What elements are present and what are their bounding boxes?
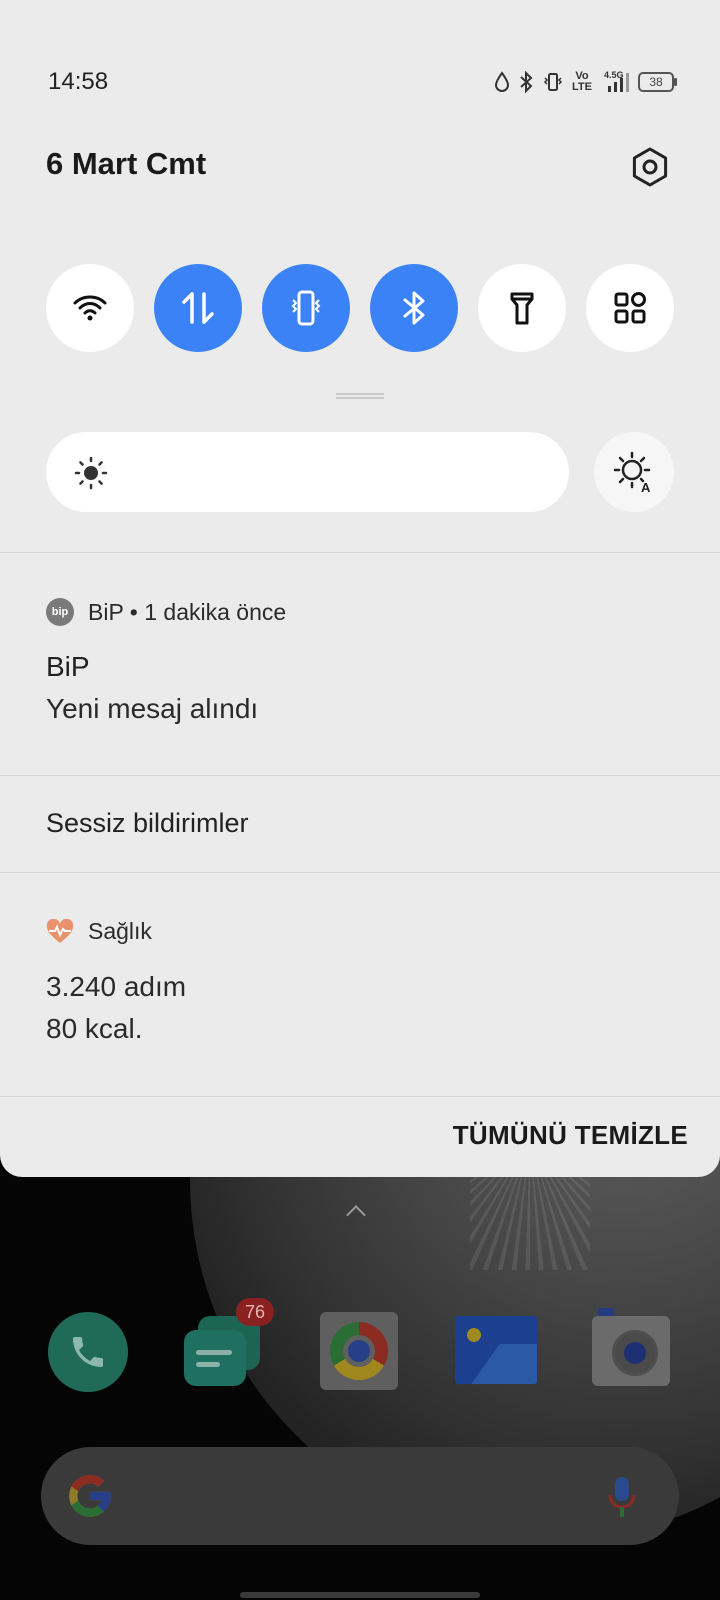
camera-app-icon[interactable] bbox=[592, 1308, 670, 1386]
auto-brightness-button[interactable]: A bbox=[594, 432, 674, 512]
bip-notification-header[interactable]: bip BiP • 1 dakika önce bbox=[46, 598, 286, 626]
battery-icon: 38 bbox=[638, 72, 677, 92]
status-icons: Vo LTE 4.5G 38 bbox=[494, 70, 677, 94]
tile-flashlight[interactable] bbox=[478, 264, 566, 352]
notification-app-name: BiP bbox=[88, 598, 124, 625]
grid-icon bbox=[614, 292, 646, 324]
silent-notifications-label: Sessiz bildirimler bbox=[46, 808, 249, 838]
bip-app-icon: bip bbox=[46, 598, 74, 626]
steps-text[interactable]: 3.240 adım bbox=[46, 971, 186, 1003]
clear-all-button[interactable]: TÜMÜNÜ TEMİZLE bbox=[453, 1120, 688, 1151]
bluetooth-icon bbox=[520, 71, 533, 93]
divider bbox=[0, 1096, 720, 1097]
mobile-data-icon bbox=[182, 292, 214, 324]
tile-wifi[interactable] bbox=[46, 264, 134, 352]
separator-dot: • bbox=[129, 598, 145, 625]
notification-text[interactable]: Yeni mesaj alındı bbox=[46, 693, 258, 725]
notification-app-name: Sağlık bbox=[88, 918, 152, 944]
vibrate-icon bbox=[543, 73, 563, 91]
brightness-icon bbox=[74, 456, 108, 490]
divider bbox=[0, 872, 720, 873]
brightness-slider[interactable] bbox=[46, 432, 569, 512]
messages-app-icon[interactable]: 76 bbox=[180, 1298, 274, 1392]
tile-bluetooth[interactable] bbox=[370, 264, 458, 352]
volte-icon: Vo LTE bbox=[572, 70, 592, 93]
calories-text[interactable]: 80 kcal. bbox=[46, 1013, 143, 1045]
divider bbox=[0, 552, 720, 553]
notification-title[interactable]: BiP bbox=[46, 651, 90, 683]
gallery-app-icon[interactable] bbox=[455, 1316, 537, 1384]
heart-pulse-icon bbox=[46, 918, 74, 943]
tile-more[interactable] bbox=[586, 264, 674, 352]
gesture-nav-bar[interactable] bbox=[240, 1592, 480, 1598]
notification-shade: 14:58 Vo LTE 4.5G 38 6 Mart Cmt A bip Bi… bbox=[0, 0, 720, 1177]
signal-4g-icon: 4.5G bbox=[600, 70, 630, 94]
health-notification-header[interactable]: Sağlık bbox=[46, 918, 152, 945]
google-logo-icon bbox=[69, 1475, 111, 1517]
mic-icon[interactable] bbox=[607, 1475, 637, 1519]
auto-brightness-icon: A bbox=[613, 451, 651, 494]
quick-settings-tiles bbox=[46, 264, 674, 352]
chrome-app-icon[interactable] bbox=[320, 1312, 398, 1390]
phone-app-icon[interactable] bbox=[48, 1312, 128, 1392]
date-label: 6 Mart Cmt bbox=[46, 146, 207, 181]
svg-text:A: A bbox=[641, 480, 651, 494]
notification-time: 1 dakika önce bbox=[144, 598, 287, 625]
google-search-bar[interactable] bbox=[41, 1447, 679, 1545]
water-drop-icon bbox=[495, 71, 510, 92]
tile-vibrate[interactable] bbox=[262, 264, 350, 352]
settings-gear-icon[interactable] bbox=[628, 145, 672, 189]
unread-badge: 76 bbox=[236, 1298, 274, 1326]
flashlight-icon bbox=[510, 292, 534, 325]
divider bbox=[0, 775, 720, 776]
status-time: 14:58 bbox=[48, 68, 109, 95]
shade-drag-handle[interactable] bbox=[336, 393, 384, 399]
tile-mobile-data[interactable] bbox=[154, 264, 242, 352]
bluetooth-icon bbox=[403, 291, 425, 325]
vibrate-icon bbox=[291, 290, 321, 326]
wifi-icon bbox=[73, 295, 107, 321]
